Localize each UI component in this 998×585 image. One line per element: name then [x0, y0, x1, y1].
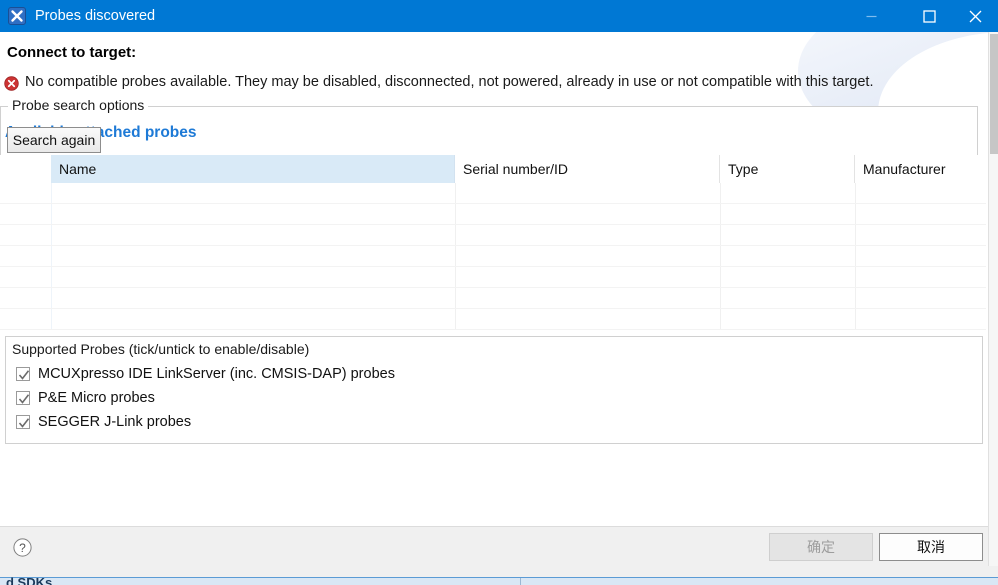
banner-message: No compatible probes available. They may…: [25, 74, 874, 90]
checkbox-label-segger: SEGGER J-Link probes: [38, 414, 192, 430]
checkbox-label-linkserver: MCUXpresso IDE LinkServer (inc. CMSIS-DA…: [38, 366, 395, 382]
mcuxpresso-x-icon: [8, 7, 26, 25]
checkbox-row-segger[interactable]: SEGGER J-Link probes: [16, 411, 191, 433]
checkbox-segger[interactable]: [16, 415, 30, 429]
column-header-manufacturer[interactable]: Manufacturer: [855, 155, 986, 183]
probes-table[interactable]: Name Serial number/ID Type Manufacturer: [0, 155, 986, 330]
maximize-icon[interactable]: [906, 0, 952, 32]
background-window-label: d SDKs: [6, 575, 53, 585]
search-again-button[interactable]: Search again: [7, 127, 101, 153]
background-window-strip: d SDKs: [0, 566, 998, 585]
title-bar[interactable]: Probes discovered: [0, 0, 998, 32]
help-icon[interactable]: ?: [13, 538, 32, 557]
dialog-banner: Connect to target: No compatible probes …: [0, 32, 988, 106]
supported-probes-label: Supported Probes (tick/untick to enable/…: [12, 341, 310, 357]
checkbox-row-linkserver[interactable]: MCUXpresso IDE LinkServer (inc. CMSIS-DA…: [16, 363, 395, 385]
background-window-tab-separator: [520, 578, 521, 585]
cancel-button[interactable]: 取消: [879, 533, 983, 561]
ok-button[interactable]: 确定: [769, 533, 873, 561]
checkbox-linkserver[interactable]: [16, 367, 30, 381]
table-row[interactable]: [0, 246, 986, 267]
table-body[interactable]: [0, 183, 986, 330]
supported-probes-group: Supported Probes (tick/untick to enable/…: [5, 336, 983, 444]
dialog-footer: ? 确定 取消: [0, 526, 988, 566]
error-icon: [4, 76, 19, 91]
banner-title: Connect to target:: [7, 44, 137, 61]
window-controls: [848, 0, 998, 32]
table-header-row: Name Serial number/ID Type Manufacturer: [0, 155, 986, 183]
table-row[interactable]: [0, 204, 986, 225]
vertical-scrollbar[interactable]: [988, 32, 998, 566]
table-row[interactable]: [0, 267, 986, 288]
dialog-body: Available attached probes Name Serial nu…: [0, 97, 988, 526]
checkbox-label-pemicro: P&E Micro probes: [38, 390, 155, 406]
probes-discovered-dialog: d SDKs Probes discovered Connect to targ…: [0, 0, 998, 585]
column-header-serial[interactable]: Serial number/ID: [455, 155, 720, 183]
column-header-name[interactable]: Name: [51, 155, 455, 183]
column-header-type[interactable]: Type: [720, 155, 855, 183]
checkbox-pemicro[interactable]: [16, 391, 30, 405]
scrollbar-thumb[interactable]: [990, 34, 998, 154]
scrollbar-top-filler: [988, 0, 998, 32]
window-title: Probes discovered: [35, 8, 156, 24]
table-row[interactable]: [0, 309, 986, 330]
minimize-icon[interactable]: [848, 0, 894, 32]
svg-text:?: ?: [19, 541, 26, 555]
table-row[interactable]: [0, 225, 986, 246]
checkbox-row-pemicro[interactable]: P&E Micro probes: [16, 387, 155, 409]
probe-search-options-legend: Probe search options: [8, 97, 149, 113]
background-window-tabbar: [0, 577, 998, 585]
table-row[interactable]: [0, 183, 986, 204]
table-row[interactable]: [0, 288, 986, 309]
